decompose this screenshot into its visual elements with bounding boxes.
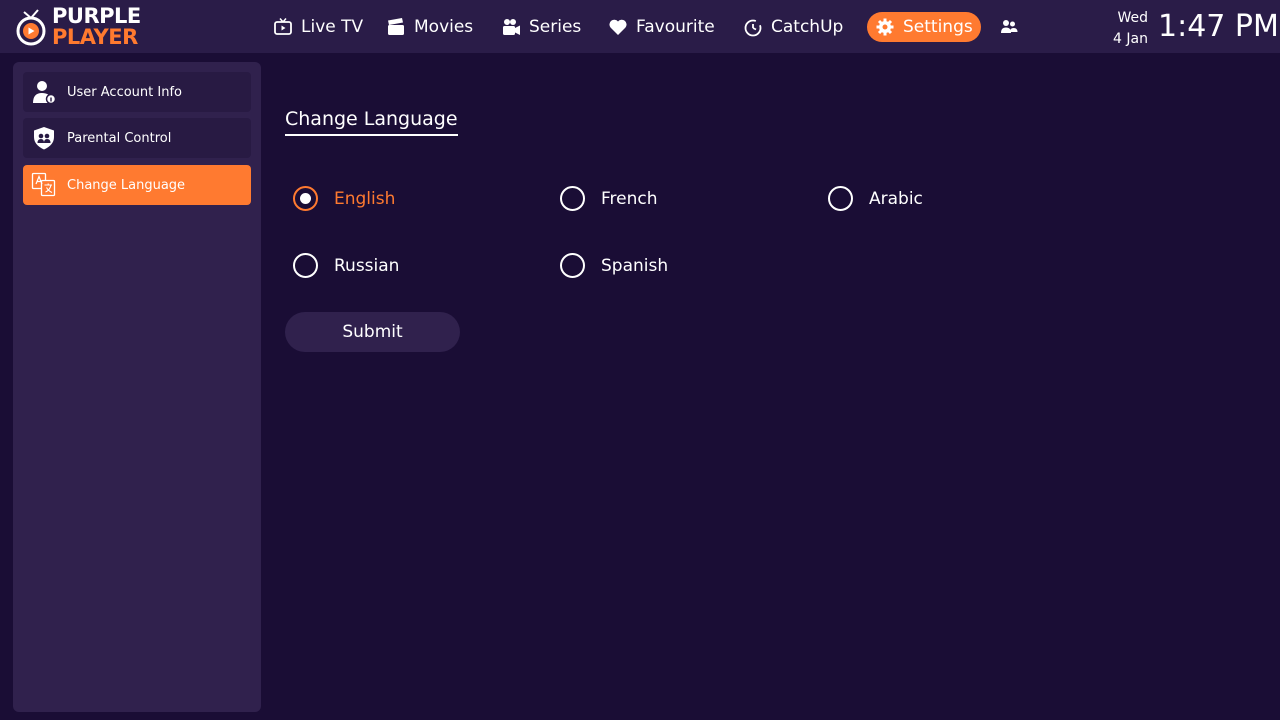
language-option-french[interactable]: French <box>560 186 658 211</box>
sidebar-item-change-language[interactable]: Change Language <box>23 165 251 205</box>
language-label: Spanish <box>601 255 669 276</box>
nav-live-tv-label: Live TV <box>301 17 364 37</box>
camera-icon <box>501 17 521 37</box>
tv-icon <box>273 17 293 37</box>
timer-icon <box>743 17 763 37</box>
language-option-spanish[interactable]: Spanish <box>560 253 668 278</box>
logo-text: PURPLE PLAYER <box>52 4 141 49</box>
radio-unselected-icon <box>560 186 585 211</box>
radio-unselected-icon <box>293 253 318 278</box>
settings-sidebar: User Account Info Parental Control Chang… <box>13 62 261 712</box>
language-label: English <box>334 188 396 209</box>
radio-unselected-icon <box>828 186 853 211</box>
nav-catchup-label: CatchUp <box>771 17 844 37</box>
sidebar-item-label: Parental Control <box>67 130 172 146</box>
nav-movies-label: Movies <box>414 17 474 37</box>
clapperboard-icon <box>386 17 406 37</box>
day-label: Wed <box>1117 10 1148 26</box>
language-option-russian[interactable]: Russian <box>293 253 399 278</box>
translate-icon <box>30 171 58 199</box>
gear-icon <box>875 17 895 37</box>
user-info-icon <box>30 78 58 106</box>
nav-movies[interactable]: Movies <box>386 12 473 42</box>
nav-settings-label: Settings <box>903 17 973 37</box>
purple-player-logo: PURPLE PLAYER <box>12 4 217 49</box>
shield-users-icon <box>30 124 58 152</box>
language-option-english[interactable]: English <box>293 186 395 211</box>
language-option-arabic[interactable]: Arabic <box>828 186 923 211</box>
users-switch-icon <box>999 17 1019 37</box>
nav-catchup[interactable]: CatchUp <box>743 12 843 42</box>
profile-switch-button[interactable] <box>999 12 1019 42</box>
sidebar-item-label: User Account Info <box>67 84 182 100</box>
submit-button[interactable]: Submit <box>285 312 460 352</box>
nav-favourite[interactable]: Favourite <box>608 12 715 42</box>
sidebar-item-label: Change Language <box>67 177 186 193</box>
nav-series-label: Series <box>529 17 582 37</box>
language-label: Arabic <box>869 188 923 209</box>
language-label: French <box>601 188 658 209</box>
nav-live-tv[interactable]: Live TV <box>273 12 363 42</box>
nav-settings[interactable]: Settings <box>867 12 981 42</box>
language-label: Russian <box>334 255 400 276</box>
date-label: 4 Jan <box>1113 31 1148 47</box>
heart-icon <box>608 17 628 37</box>
sidebar-item-parental-control[interactable]: Parental Control <box>23 118 251 158</box>
radio-selected-icon <box>293 186 318 211</box>
tv-logo-icon <box>12 8 50 46</box>
page-title: Change Language <box>285 108 458 136</box>
radio-unselected-icon <box>560 253 585 278</box>
clock-display: 1:47 PM <box>1158 9 1279 44</box>
top-bar: PURPLE PLAYER Live TV Movies Series Favo… <box>0 0 1280 53</box>
date-display: Wed 4 Jan <box>1100 8 1148 50</box>
sidebar-item-user-account-info[interactable]: User Account Info <box>23 72 251 112</box>
nav-series[interactable]: Series <box>501 12 581 42</box>
nav-favourite-label: Favourite <box>636 17 715 37</box>
